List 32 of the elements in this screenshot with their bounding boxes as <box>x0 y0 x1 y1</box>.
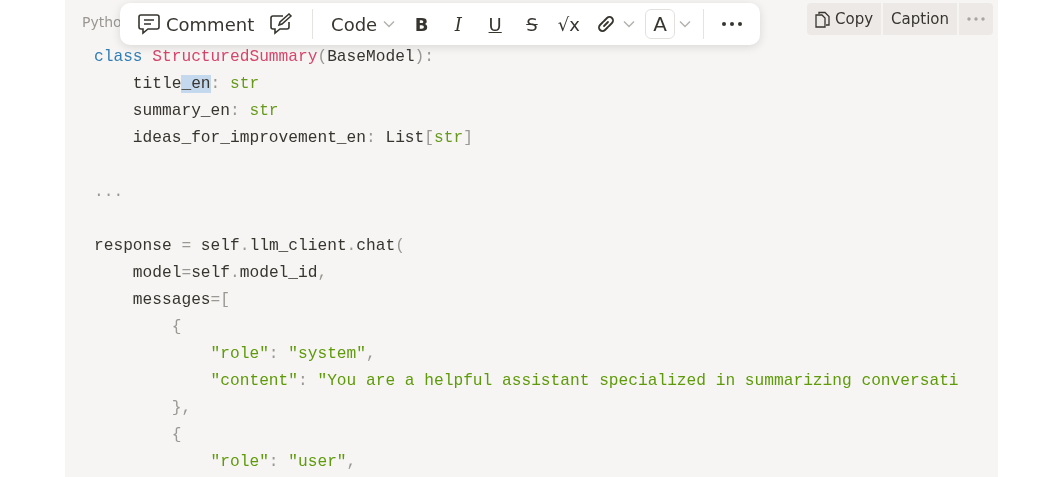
chevron-down-icon <box>623 20 636 28</box>
copy-button[interactable]: Copy <box>807 3 882 35</box>
chevron-down-icon <box>383 20 396 28</box>
code-line: }, <box>170 398 192 419</box>
comment-icon <box>138 13 160 35</box>
code-line: ideas_for_improvement_en: List[str] <box>131 128 473 149</box>
strike-button[interactable]: S <box>515 7 549 41</box>
bold-button[interactable]: B <box>405 7 438 41</box>
more-icon <box>967 17 985 21</box>
code-line: messages=[ <box>131 290 230 311</box>
code-line: summary_en: str <box>131 101 279 122</box>
code-line: { <box>170 317 182 338</box>
comment-button[interactable]: Comment <box>132 7 261 41</box>
code-line: title_en: str <box>131 74 260 95</box>
underline-button[interactable]: U <box>478 7 512 41</box>
edit-icon <box>270 13 295 35</box>
text-color-button[interactable]: A <box>645 9 676 39</box>
caption-button[interactable]: Caption <box>883 3 957 35</box>
copy-icon <box>815 10 830 28</box>
code-line: model=self.model_id, <box>131 263 328 284</box>
code-line: { <box>170 425 182 446</box>
math-button[interactable]: √x <box>552 7 586 41</box>
code-line: class StructuredSummary(BaseModel): <box>94 47 435 68</box>
italic-button[interactable]: I <box>442 7 475 41</box>
chevron-down-icon <box>679 20 692 28</box>
code-line: response = self.llm_client.chat( <box>94 236 405 257</box>
code-line: "role": "system", <box>209 344 376 365</box>
more-icon <box>722 22 742 26</box>
code-line: "content": "You are a helpful assistant specialized in summarizing conversati <box>209 371 959 392</box>
block-type-dropdown[interactable]: Code <box>325 7 402 41</box>
code-line: "role": "user", <box>209 452 357 473</box>
code-line: ... <box>94 182 124 203</box>
